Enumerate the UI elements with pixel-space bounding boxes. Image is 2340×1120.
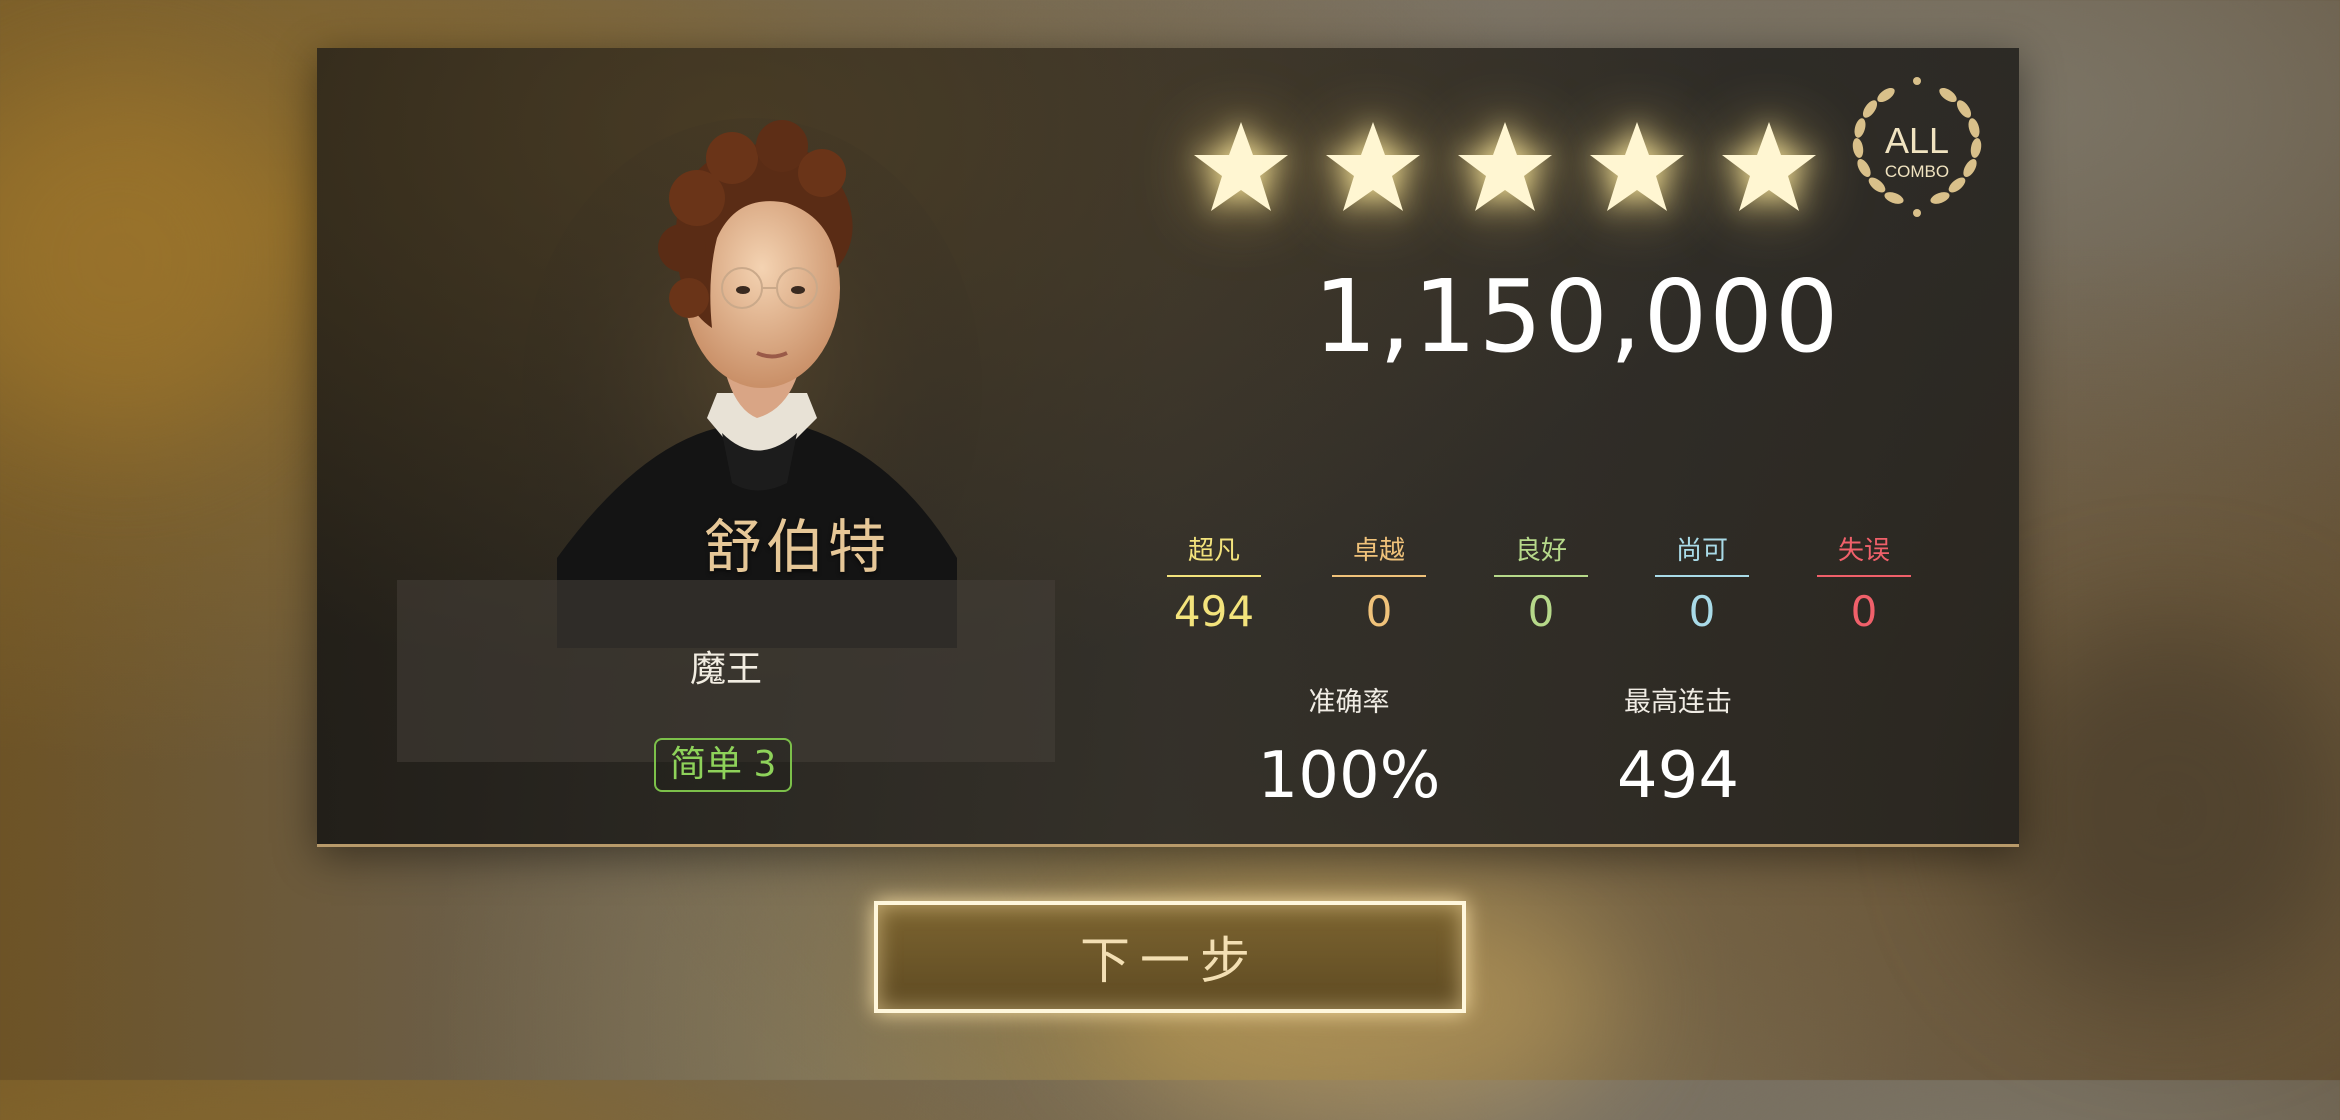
star-icon — [1719, 118, 1819, 218]
difficulty-badge: 简单 3 — [654, 738, 793, 792]
star-icon — [1455, 118, 1555, 218]
judgement-value: 494 — [1173, 587, 1255, 636]
judgement-label: 超凡 — [1167, 530, 1261, 577]
score: 1,150,000 — [1313, 258, 1841, 375]
background-blur — [0, 80, 300, 440]
accuracy-stat: 准确率 100% — [1239, 680, 1459, 813]
composer-name: 舒伯特 — [703, 513, 890, 581]
judgement-fair: 尚可 0 — [1655, 530, 1749, 636]
result-panel: 舒伯特 魔王 简单 3 1,150,000 ALL COMBO 超凡 494 卓… — [317, 48, 2019, 847]
judgement-excellent: 卓越 0 — [1332, 530, 1426, 636]
song-title: 魔王 — [689, 649, 762, 690]
max-combo-label: 最高连击 — [1624, 687, 1732, 718]
judgement-value: 0 — [1527, 587, 1555, 636]
judgement-label: 尚可 — [1655, 530, 1749, 577]
judgement-label: 卓越 — [1332, 530, 1426, 577]
accuracy-value: 100% — [1257, 739, 1441, 813]
judgement-value: 0 — [1688, 587, 1716, 636]
background-blur — [1980, 620, 2340, 1000]
star-icon — [1191, 118, 1291, 218]
judgement-perfect: 超凡 494 — [1167, 530, 1261, 636]
star-icon — [1323, 118, 1423, 218]
song-box: 魔王 — [397, 580, 1055, 762]
star-rating — [1191, 118, 1819, 218]
judgement-label: 良好 — [1494, 530, 1588, 577]
judgement-value: 0 — [1365, 587, 1393, 636]
judgement-value: 0 — [1850, 587, 1878, 636]
accuracy-label: 准确率 — [1308, 687, 1390, 718]
max-combo-stat: 最高连击 494 — [1568, 680, 1788, 813]
star-icon — [1587, 118, 1687, 218]
max-combo-value: 494 — [1616, 739, 1740, 813]
all-combo-badge: ALL COMBO — [1852, 77, 1982, 217]
badge-line2: COMBO — [1885, 162, 1949, 181]
judgement-miss: 失误 0 — [1817, 530, 1911, 636]
judgement-label: 失误 — [1817, 530, 1911, 577]
badge-line1: ALL — [1885, 120, 1949, 161]
judgement-good: 良好 0 — [1494, 530, 1588, 636]
next-button[interactable]: 下一步 — [874, 901, 1466, 1013]
